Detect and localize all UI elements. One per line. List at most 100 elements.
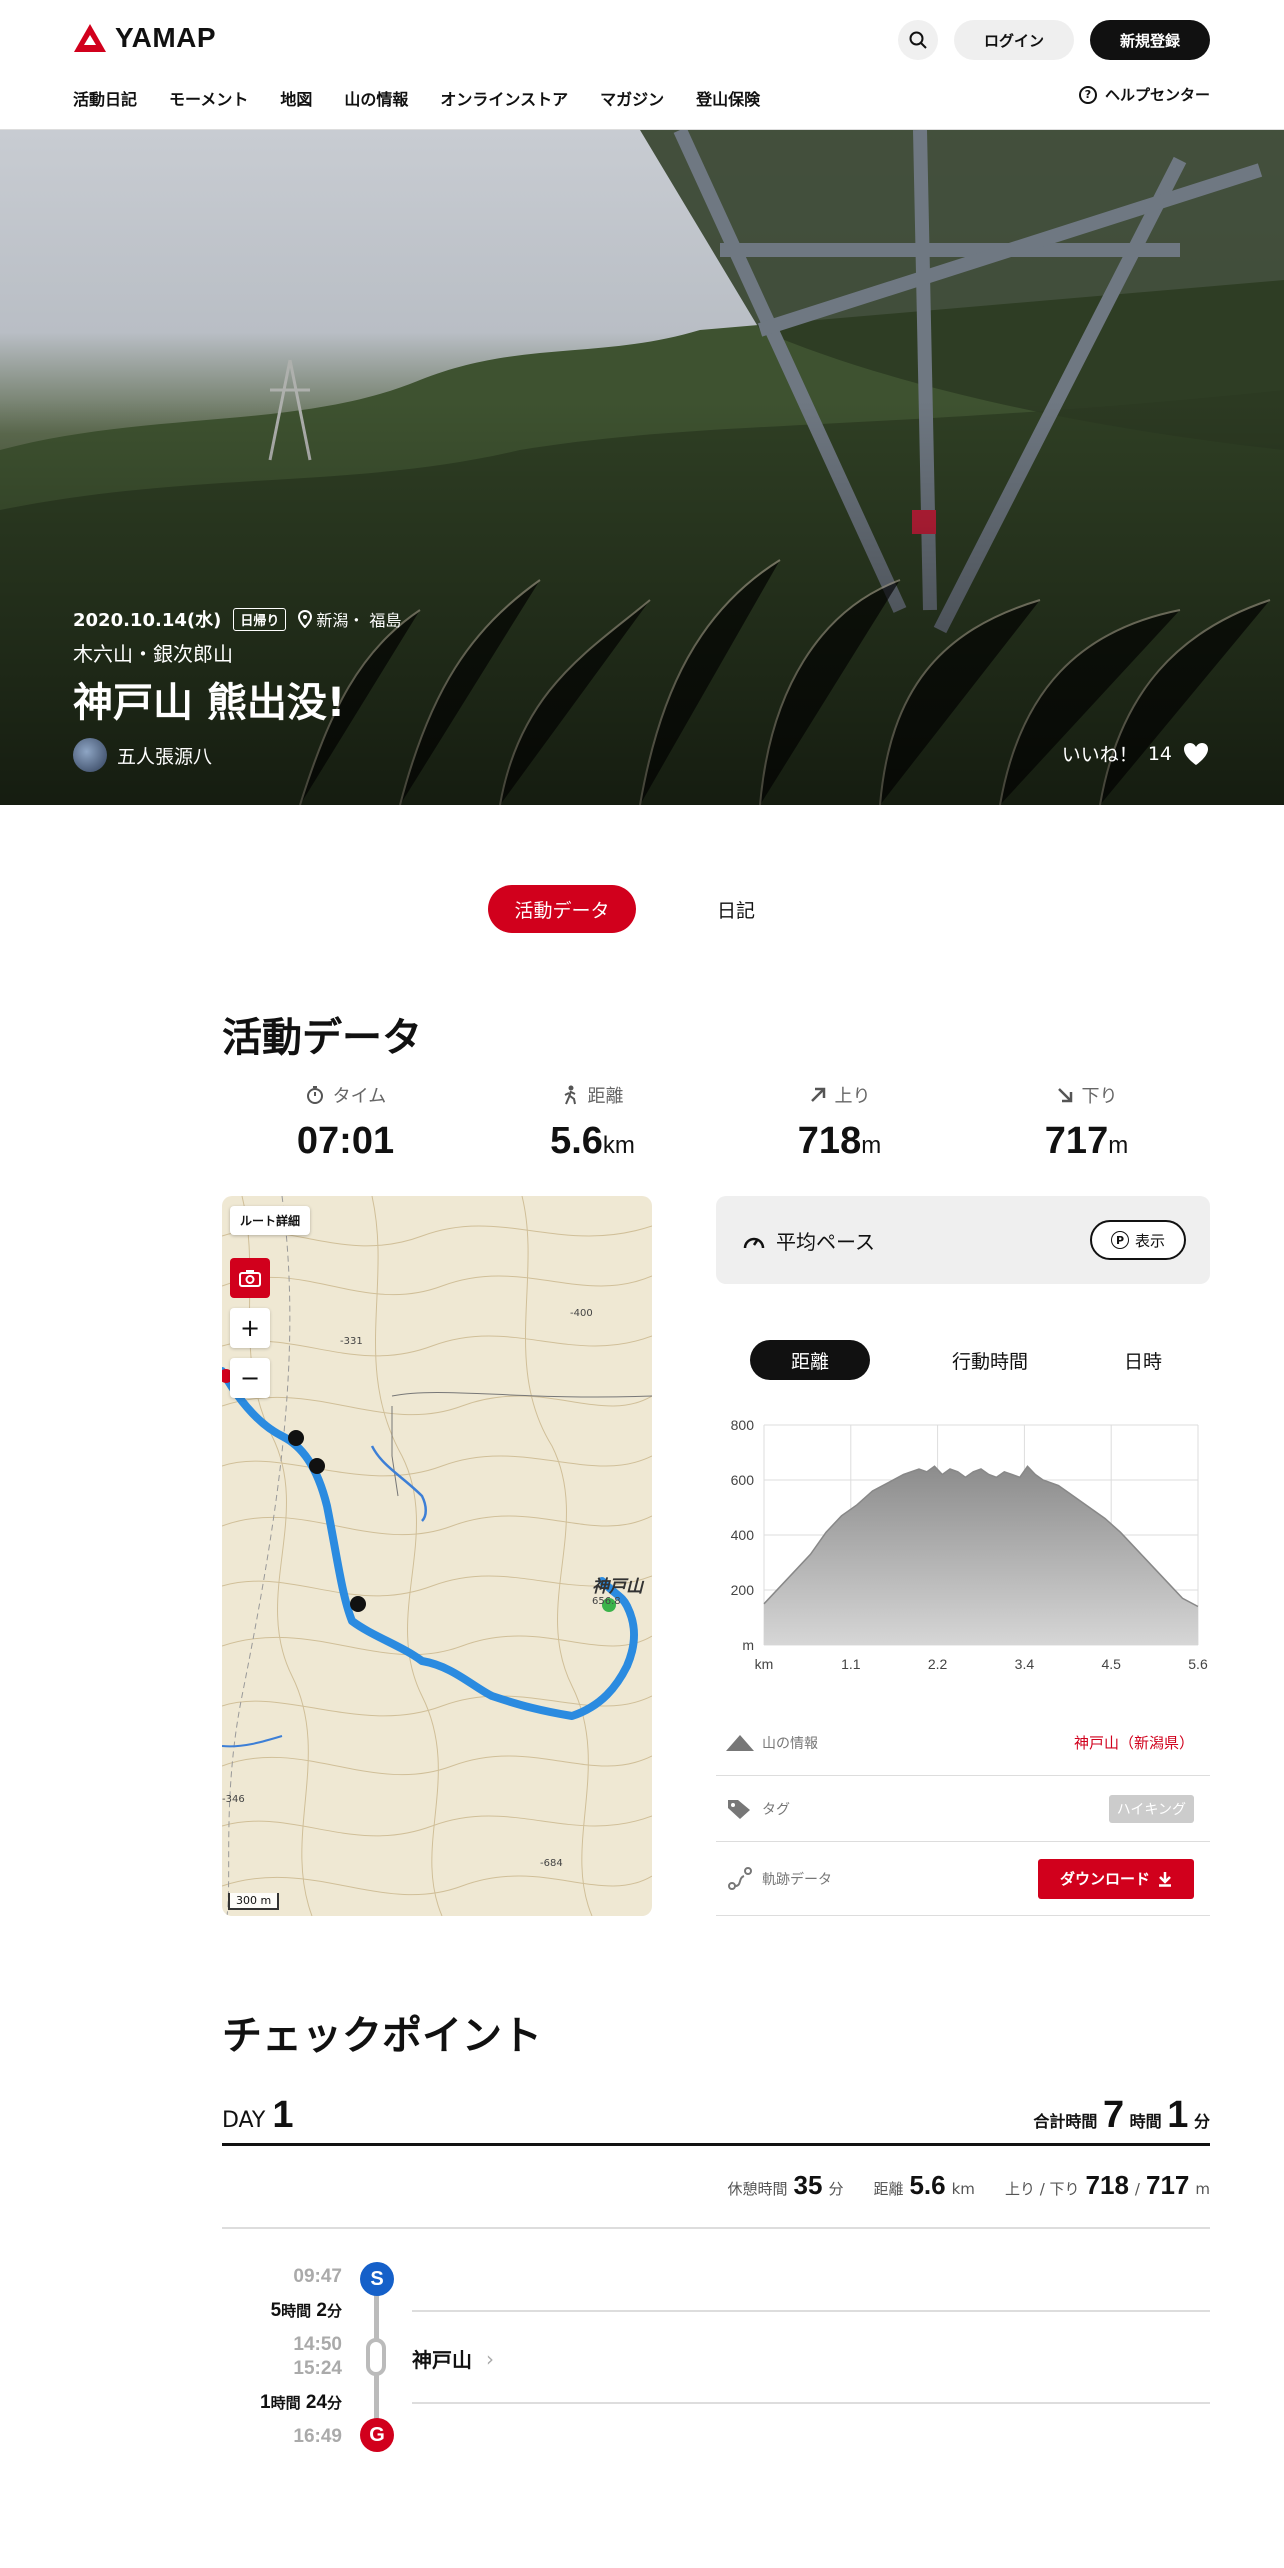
stat-descent-value: 717 xyxy=(1044,1120,1109,1162)
start-marker: S xyxy=(360,2262,394,2296)
like-count: 14 xyxy=(1147,742,1172,765)
day-trip-badge: 日帰り xyxy=(233,607,287,631)
checkpoint-heading: チェックポイント xyxy=(222,2013,542,2059)
track-data-label: 軌跡データ xyxy=(762,1871,832,1888)
avatar xyxy=(73,738,107,772)
location-text: 新潟・ 福島 xyxy=(316,611,402,630)
nav-activity-journal[interactable]: 活動日記 xyxy=(73,86,137,110)
download-label: ダウンロード xyxy=(1059,1870,1150,1888)
nav-magazine[interactable]: マガジン xyxy=(600,86,664,110)
map-scale: 300 m xyxy=(228,1893,280,1910)
download-icon xyxy=(1159,1871,1171,1887)
download-button[interactable]: ダウンロード xyxy=(1038,1858,1194,1899)
signup-button[interactable]: 新規登録 xyxy=(1090,20,1210,60)
tab-activity-data[interactable]: 活動データ xyxy=(488,885,636,933)
arrival-time: 14:50 xyxy=(293,2334,342,2355)
mountain-area[interactable]: 木六山・銀次郎山 xyxy=(73,638,233,667)
search-button[interactable] xyxy=(898,20,938,60)
content-tabs: 活動データ 日記 xyxy=(0,885,1284,933)
stat-distance-unit: km xyxy=(602,1132,635,1159)
mountain-icon xyxy=(726,1734,754,1751)
logo-text: YAMAP xyxy=(115,22,217,53)
tag-icon xyxy=(728,1799,750,1819)
speedometer-icon xyxy=(743,1237,765,1248)
segment-duration: 5時間 2分 xyxy=(270,2300,342,2321)
stat-descent-label: 下り xyxy=(1081,1086,1118,1107)
nav-map[interactable]: 地図 xyxy=(280,86,312,110)
site-header: YAMAP ログイン 新規登録 活動日記 モーメント 地図 山の情報 オンライン… xyxy=(0,0,1284,130)
camera-icon xyxy=(239,1270,261,1287)
pace-p-icon: P xyxy=(1110,1231,1129,1249)
stat-descent-unit: m xyxy=(1108,1132,1129,1159)
elevation-label: -684 xyxy=(540,1858,563,1869)
goal-time: 16:49 xyxy=(293,2426,342,2447)
hero-image: 2020.10.14(水) 日帰り 新潟・ 福島 木六山・銀次郎山 神戸山 熊出… xyxy=(0,130,1284,805)
chart-tab-distance[interactable]: 距離 xyxy=(749,1340,870,1380)
divider xyxy=(412,2402,1210,2404)
chart-tab-datetime[interactable]: 日時 xyxy=(1110,1340,1176,1380)
nav-online-store[interactable]: オンラインストア xyxy=(440,86,568,110)
checkpoint-marker xyxy=(366,2338,386,2376)
stat-ascent-value: 718 xyxy=(797,1120,862,1162)
stat-ascent-label: 上り xyxy=(834,1086,871,1107)
mountain-info-label: 山の情報 xyxy=(762,1735,818,1752)
mountain-link[interactable]: 神戸山（新潟県） xyxy=(1074,1732,1194,1753)
distance-value: 5.6 xyxy=(909,2170,946,2200)
stat-distance-value: 5.6 xyxy=(550,1120,603,1162)
total-time: 合計時間 7 時間 1 分 xyxy=(1033,2094,1210,2136)
question-icon: ? xyxy=(1078,85,1097,104)
tag-label: タグ xyxy=(762,1801,790,1818)
mountain-logo-icon xyxy=(74,24,106,52)
zoom-out-button[interactable]: − xyxy=(230,1358,270,1398)
nav-moment[interactable]: モーメント xyxy=(169,86,248,110)
arrow-down-right-icon xyxy=(1057,1088,1072,1103)
stat-distance-label: 距離 xyxy=(587,1086,624,1107)
chart-tab-duration[interactable]: 行動時間 xyxy=(938,1340,1042,1380)
photo-toggle-button[interactable] xyxy=(230,1258,270,1298)
divider xyxy=(222,2227,1210,2229)
x-tick-label: 2.2 xyxy=(928,1656,948,1672)
pace-label: 平均ペース xyxy=(776,1230,875,1254)
nav-mountain-info[interactable]: 山の情報 xyxy=(344,86,408,110)
tab-journal[interactable]: 日記 xyxy=(676,885,796,933)
elevation-label: -400 xyxy=(570,1308,593,1319)
help-label: ヘルプセンター xyxy=(1104,86,1210,104)
like-button[interactable]: いいね！ 14 xyxy=(1062,740,1210,767)
zoom-in-button[interactable]: + xyxy=(230,1308,270,1348)
show-pace-button[interactable]: P 表示 xyxy=(1090,1220,1186,1260)
checkpoint-link[interactable]: 神戸山 › xyxy=(412,2344,494,2373)
main-nav: 活動日記 モーメント 地図 山の情報 オンラインストア マガジン 登山保険 xyxy=(73,86,792,110)
stat-time-label: タイム xyxy=(332,1086,387,1107)
search-icon xyxy=(909,31,927,49)
elevation-label: -331 xyxy=(340,1336,363,1347)
help-center-link[interactable]: ? ヘルプセンター xyxy=(1078,84,1210,105)
checkpoint-name: 神戸山 xyxy=(412,2348,472,2372)
day-header: DAY 1 合計時間 7 時間 1 分 xyxy=(222,2090,1210,2146)
hiking-tag[interactable]: ハイキング xyxy=(1108,1794,1194,1823)
hero-meta: 2020.10.14(水) 日帰り 新潟・ 福島 xyxy=(73,606,401,632)
activity-info: 山の情報 神戸山（新潟県） タグ ハイキング 軌跡データ ダウンロード xyxy=(716,1710,1210,1916)
stats-row: タイム 07:01 距離 5.6km 上り 718m 下り 717m xyxy=(222,1082,1210,1163)
topo-map xyxy=(222,1196,652,1916)
stopwatch-icon xyxy=(306,1086,323,1104)
yamap-logo[interactable]: YAMAP xyxy=(73,22,216,54)
segment-duration: 1時間 24分 xyxy=(260,2392,342,2413)
user-link[interactable]: 五人張源八 xyxy=(73,738,212,772)
track-data-row: 軌跡データ ダウンロード xyxy=(716,1842,1210,1916)
average-pace-panel: 平均ペース P 表示 xyxy=(716,1196,1210,1284)
login-button[interactable]: ログイン xyxy=(954,20,1074,60)
x-tick-label: 1.1 xyxy=(841,1656,861,1672)
chart-tabs: 距離 行動時間 日時 xyxy=(716,1340,1210,1380)
user-name: 五人張源八 xyxy=(117,745,213,768)
nav-insurance[interactable]: 登山保険 xyxy=(696,86,760,110)
day-number: 1 xyxy=(272,2094,294,2136)
x-tick-label: 5.6 xyxy=(1188,1656,1208,1672)
day-summary: 休憩時間 35 分 距離 5.6 km 上り / 下り 718 / 717 m xyxy=(727,2170,1211,2200)
location[interactable]: 新潟・ 福島 xyxy=(298,607,401,631)
divider xyxy=(412,2310,1210,2312)
route-detail-button[interactable]: ルート詳細 xyxy=(230,1206,311,1235)
departure-time: 15:24 xyxy=(293,2358,342,2379)
activity-data-heading: 活動データ xyxy=(222,1015,422,1061)
route-map[interactable]: ルート詳細 + − 神戸山 656.8 -400 -331 -346 -684 … xyxy=(222,1196,652,1916)
chevron-right-icon: › xyxy=(486,2346,494,2371)
